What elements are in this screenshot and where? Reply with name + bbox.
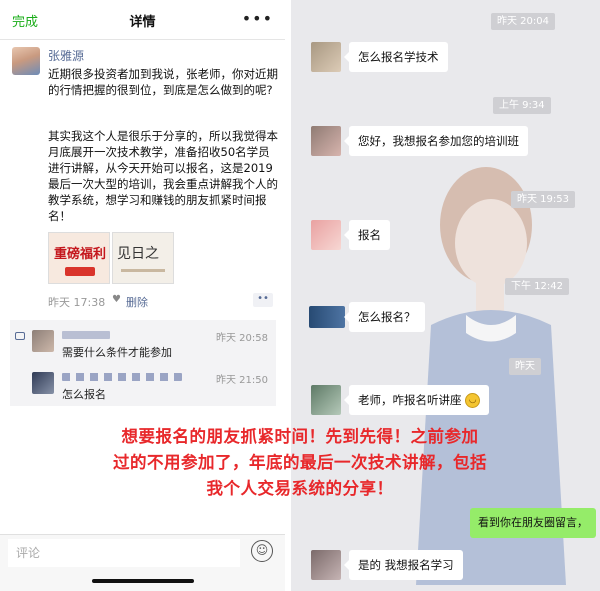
top-navigation-bar: 完成 详情 ••• [0,0,285,40]
chat-bubble-text: 老师，咋报名听讲座 [358,393,462,407]
comment-input[interactable] [8,539,240,567]
timestamp-label: 下午 12:42 [505,278,569,295]
comment-time: 昨天 21:50 [216,375,268,386]
sender-avatar-blurred[interactable] [311,42,341,72]
timestamp-label: 昨天 20:04 [491,13,555,30]
post-paragraph-2: 其实我这个人是很乐于分享的，所以我觉得本月底展开一次技术教学，准备招收50名学员… [48,129,278,223]
sender-avatar-blurred[interactable] [311,385,341,415]
timestamp-label: 昨天 19:53 [511,191,575,208]
post-image-2-text: 见日之 [117,246,159,262]
commenter-avatar[interactable] [32,330,54,352]
sender-avatar-blurred[interactable] [311,220,341,250]
author-name[interactable]: 张雅源 [48,47,84,64]
caption-line: 想要报名的朋友抓紧时间！先到先得！之前参加 [121,427,479,446]
caption-line: 我个人交易系统的分享！ [206,479,394,498]
sent-chat-bubble[interactable]: 看到你在朋友圈留言， [470,508,596,538]
timestamp-label: 昨天 [509,358,541,375]
author-avatar[interactable] [12,47,40,75]
more-icon[interactable]: ••• [242,9,273,28]
post-image-2-line [121,269,165,272]
sender-avatar-blurred[interactable] [311,550,341,580]
caption-line: 过的不用参加了，年底的最后一次技术讲解，包括 [113,453,487,472]
commenter-avatar[interactable] [32,372,54,394]
commenter-name-blurred[interactable] [62,373,182,381]
sender-avatar-blurred[interactable] [311,126,341,156]
commenter-name-blurred[interactable] [62,331,110,339]
post-image-1[interactable]: 重磅福利 [48,232,110,284]
post-image-1-text: 重磅福利 [53,247,106,262]
chat-screenshot-panel: 昨天 20:04 怎么报名学技术 上午 9:34 您好，我想报名参加您的培训班 … [291,0,600,591]
comment-icon [15,332,25,340]
like-comment-actions-icon[interactable]: •• [253,293,273,307]
comment-text[interactable]: 需要什么条件才能参加 [62,344,172,360]
chat-bubble[interactable]: 老师，咋报名听讲座 ◡ [343,385,490,415]
home-indicator [92,579,194,583]
sender-avatar-blurred[interactable] [309,306,345,328]
promo-caption-overlay: 想要报名的朋友抓紧时间！先到先得！之前参加 过的不用参加了，年底的最后一次技术讲… [0,424,600,502]
chat-bubble[interactable]: 怎么报名学技术 [344,42,448,72]
smile-emoji-icon: ◡ [465,393,481,408]
post-image-2[interactable]: 见日之 [112,232,174,284]
post-time: 昨天 17:38 [48,296,106,309]
moments-detail-panel: 完成 详情 ••• 张雅源 近期很多投资者加到我说，张老师，你对近期的行情把握的… [0,0,285,591]
comment-text[interactable]: 怎么报名 [62,386,106,402]
chat-bubble[interactable]: 怎么报名？ [344,302,425,332]
chat-bubble[interactable]: 是的 我想报名学习 [344,550,463,580]
comments-section: 昨天 20:58 需要什么条件才能参加 昨天 21:50 怎么报名 [10,320,276,406]
post-paragraph-1: 近期很多投资者加到我说，张老师，你对近期的行情把握的很到位，到底是怎么做到的呢? [48,67,278,97]
chat-bubble[interactable]: 您好，我想报名参加您的培训班 [344,126,528,156]
delete-link[interactable]: 删除 [126,294,148,310]
comment-time: 昨天 20:58 [216,333,268,344]
chat-bubble[interactable]: 报名 [344,220,390,250]
visibility-icon: ♥ [112,294,121,305]
timestamp-label: 上午 9:34 [493,97,551,114]
post-image-1-badge [65,267,95,276]
emoji-icon[interactable]: ☺ [251,540,273,562]
